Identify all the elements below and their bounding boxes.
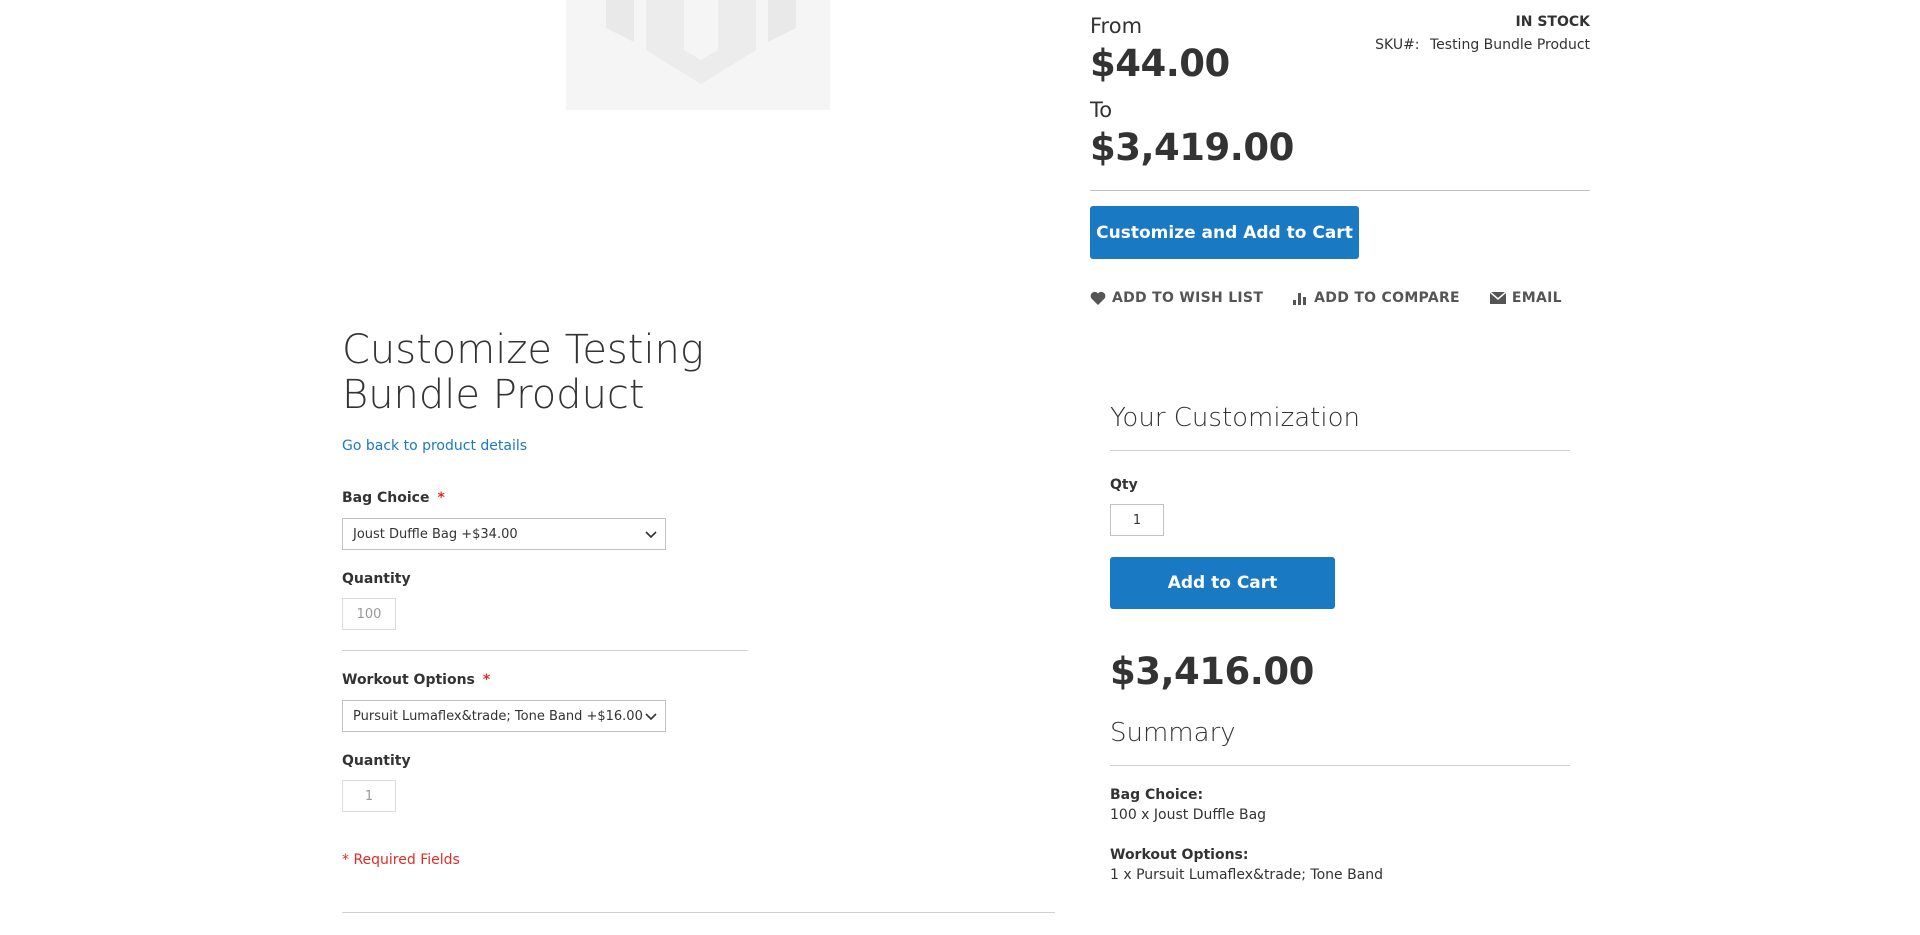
workout-options-label-text: Workout Options — [342, 672, 475, 688]
price-from-label: From — [1090, 14, 1143, 38]
heart-icon — [1090, 291, 1106, 305]
summary-workout-options-label: Workout Options: — [1110, 847, 1249, 863]
required-fields-note: * Required Fields — [342, 852, 460, 868]
required-asterisk: * — [482, 672, 491, 688]
stock-status: IN STOCK — [1515, 14, 1590, 30]
summary-bag-choice-value: 100 x Joust Duffle Bag — [1110, 807, 1267, 823]
summary-title: Summary — [1110, 718, 1236, 748]
workout-options-select[interactable]: Pursuit Lumaflex&trade; Tone Band +$16.0… — [342, 700, 666, 732]
bag-choice-selected: Joust Duffle Bag +$34.00 — [353, 526, 518, 542]
configured-price: $3,416.00 — [1110, 650, 1314, 693]
summary-bag-choice-label: Bag Choice: — [1110, 787, 1204, 803]
workout-options-label: Workout Options * — [342, 672, 490, 688]
bag-choice-quantity-input[interactable]: 100 — [342, 598, 396, 630]
customize-add-to-cart-button[interactable]: Customize and Add to Cart — [1090, 206, 1359, 259]
workout-options-selected: Pursuit Lumaflex&trade; Tone Band +$16.0… — [353, 708, 643, 724]
price-from: $44.00 — [1090, 42, 1230, 85]
price-to: $3,419.00 — [1090, 126, 1294, 169]
bag-choice-quantity-label: Quantity — [342, 571, 411, 587]
chevron-down-icon — [645, 531, 657, 539]
sku-value: Testing Bundle Product — [1429, 37, 1590, 53]
summary-workout-options-value: 1 x Pursuit Lumaflex&trade; Tone Band — [1110, 867, 1384, 883]
sku: SKU#: Testing Bundle Product — [1375, 37, 1590, 53]
magento-logo-icon — [606, 0, 796, 84]
workout-options-quantity-input[interactable]: 1 — [342, 780, 396, 812]
your-customization-title: Your Customization — [1110, 403, 1360, 433]
workout-options-quantity-label: Quantity — [342, 753, 411, 769]
chevron-down-icon — [645, 713, 657, 721]
product-social-links: ADD TO WISH LIST ADD TO COMPARE EMAIL — [1090, 290, 1562, 306]
customization-divider — [1110, 450, 1570, 451]
email-label: EMAIL — [1511, 290, 1562, 306]
envelope-icon — [1489, 292, 1506, 304]
summary-divider — [1110, 765, 1570, 766]
price-to-label: To — [1090, 98, 1113, 122]
page-title: Customize Testing Bundle Product — [342, 327, 704, 418]
product-image-placeholder — [566, 0, 830, 110]
compare-chart-icon — [1293, 293, 1307, 305]
add-to-compare-label: ADD TO COMPARE — [1314, 290, 1460, 306]
option-divider — [342, 650, 748, 651]
bottom-divider — [342, 912, 1055, 913]
add-to-compare-link[interactable]: ADD TO COMPARE — [1293, 290, 1460, 306]
add-to-wishlist-link[interactable]: ADD TO WISH LIST — [1090, 290, 1263, 306]
required-asterisk: * — [437, 490, 445, 506]
add-to-cart-button[interactable]: Add to Cart — [1110, 557, 1335, 609]
back-to-product-link[interactable]: Go back to product details — [342, 438, 527, 454]
sku-label: SKU#: — [1375, 37, 1420, 53]
qty-label: Qty — [1110, 477, 1138, 493]
bag-choice-label: Bag Choice * — [342, 490, 445, 506]
bag-choice-select[interactable]: Joust Duffle Bag +$34.00 — [342, 518, 666, 550]
price-divider — [1090, 190, 1590, 191]
add-to-wishlist-label: ADD TO WISH LIST — [1112, 290, 1264, 306]
qty-input[interactable]: 1 — [1110, 504, 1164, 536]
bag-choice-label-text: Bag Choice — [342, 490, 430, 506]
email-link[interactable]: EMAIL — [1489, 290, 1562, 306]
